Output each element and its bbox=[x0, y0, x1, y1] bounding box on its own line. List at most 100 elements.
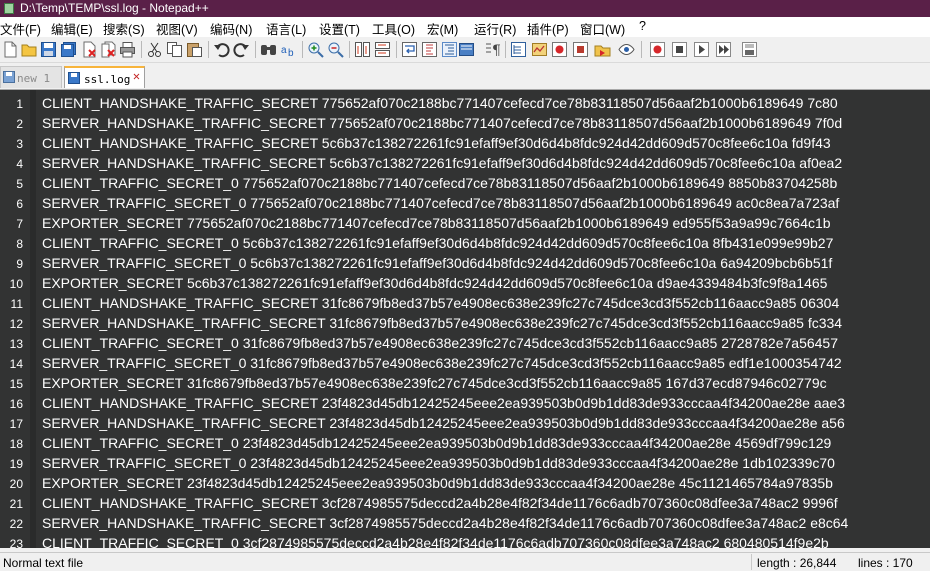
editor-line[interactable]: 17 SERVER_HANDSHAKE_TRAFFIC_SECRET 23f482… bbox=[0, 413, 930, 433]
line-number: 4 bbox=[16, 157, 23, 171]
editor-line[interactable]: 15 EXPORTER_SECRET 31fc8679fb8ed37b57e490… bbox=[0, 373, 930, 393]
line-number: 15 bbox=[9, 377, 23, 391]
menu-help[interactable]: ? bbox=[639, 19, 646, 33]
open-file-icon[interactable] bbox=[21, 41, 38, 58]
line-number: 18 bbox=[9, 437, 23, 451]
editor-line[interactable]: 20 EXPORTER_SECRET 23f4823d45db12425245ee… bbox=[0, 473, 930, 493]
close-all-icon[interactable] bbox=[100, 41, 117, 58]
menu-bar: 文件(F) 编辑(E) 搜索(S) 视图(V) 编码(N) 语言(L) 设置(T… bbox=[0, 17, 930, 37]
replace-icon[interactable]: ab bbox=[280, 41, 297, 58]
editor-line[interactable]: 3 CLIENT_HANDSHAKE_TRAFFIC_SECRET 5c6b37c… bbox=[0, 133, 930, 153]
editor-line[interactable]: 22 SERVER_HANDSHAKE_TRAFFIC_SECRET 3cf287… bbox=[0, 513, 930, 533]
zoom-in-icon[interactable] bbox=[307, 41, 324, 58]
menu-encoding[interactable]: 编码(N) bbox=[210, 19, 252, 38]
toolbar-separator bbox=[255, 41, 256, 58]
indent-guide-icon[interactable] bbox=[441, 41, 458, 58]
menu-run[interactable]: 运行(R) bbox=[474, 19, 516, 38]
editor-line[interactable]: 13 CLIENT_TRAFFIC_SECRET_0 31fc8679fb8ed3… bbox=[0, 333, 930, 353]
editor-line[interactable]: 11 CLIENT_HANDSHAKE_TRAFFIC_SECRET 31fc86… bbox=[0, 293, 930, 313]
editor-line[interactable]: 12 SERVER_HANDSHAKE_TRAFFIC_SECRET 31fc86… bbox=[0, 313, 930, 333]
stop-record-icon[interactable] bbox=[671, 41, 688, 58]
line-text: SERVER_TRAFFIC_SECRET_0 23f4823d45db1242… bbox=[42, 455, 835, 471]
sync-horizontal-icon[interactable] bbox=[374, 41, 391, 58]
line-number: 7 bbox=[16, 217, 23, 231]
monitoring-icon[interactable] bbox=[531, 41, 548, 58]
document-map-icon[interactable] bbox=[458, 41, 475, 58]
line-number: 8 bbox=[16, 237, 23, 251]
file-icon bbox=[68, 72, 80, 84]
paste-icon[interactable] bbox=[186, 41, 203, 58]
svg-text:b: b bbox=[288, 48, 294, 58]
save-icon[interactable] bbox=[40, 41, 57, 58]
editor-line[interactable]: 14 SERVER_TRAFFIC_SECRET_0 31fc8679fb8ed3… bbox=[0, 353, 930, 373]
line-number: 12 bbox=[9, 317, 23, 331]
function-list-icon[interactable]: ¶ bbox=[485, 41, 502, 58]
editor-line[interactable]: 10 EXPORTER_SECRET 5c6b37c138272261fc91ef… bbox=[0, 273, 930, 293]
tab-ssl-log[interactable]: ssl.log ✕ bbox=[64, 66, 145, 88]
play-macro-icon[interactable] bbox=[594, 41, 611, 58]
find-icon[interactable] bbox=[260, 41, 277, 58]
menu-view[interactable]: 视图(V) bbox=[156, 19, 198, 38]
redo-icon[interactable] bbox=[233, 41, 250, 58]
menu-edit[interactable]: 编辑(E) bbox=[51, 19, 93, 38]
editor-line[interactable]: 19 SERVER_TRAFFIC_SECRET_0 23f4823d45db12… bbox=[0, 453, 930, 473]
line-number: 6 bbox=[16, 197, 23, 211]
print-icon[interactable] bbox=[119, 41, 136, 58]
editor-line[interactable]: 21 CLIENT_HANDSHAKE_TRAFFIC_SECRET 3cf287… bbox=[0, 493, 930, 513]
editor-line[interactable]: 1 CLIENT_HANDSHAKE_TRAFFIC_SECRET 775652a… bbox=[0, 93, 930, 113]
title-bar: D:\Temp\TEMP\ssl.log - Notepad++ bbox=[0, 0, 930, 17]
editor-line[interactable]: 23 CLIENT_TRAFFIC_SECRET_0 3cf2874985575d… bbox=[0, 533, 930, 548]
sync-vertical-icon[interactable] bbox=[354, 41, 371, 58]
new-file-icon[interactable] bbox=[2, 41, 19, 58]
run-macro-multiple-icon[interactable] bbox=[618, 41, 635, 58]
toolbar-separator bbox=[302, 41, 303, 58]
tab-new-1[interactable]: new 1 bbox=[0, 66, 62, 88]
toolbar-separator bbox=[349, 41, 350, 58]
word-wrap-icon[interactable] bbox=[401, 41, 418, 58]
editor-line[interactable]: 8 CLIENT_TRAFFIC_SECRET_0 5c6b37c13827226… bbox=[0, 233, 930, 253]
play-macro-icon[interactable] bbox=[693, 41, 710, 58]
record-macro-icon[interactable] bbox=[551, 41, 568, 58]
editor-line[interactable]: 5 CLIENT_TRAFFIC_SECRET_0 775652af070c218… bbox=[0, 173, 930, 193]
menu-language[interactable]: 语言(L) bbox=[266, 19, 306, 38]
stop-record-icon[interactable] bbox=[572, 41, 589, 58]
show-all-chars-icon[interactable] bbox=[421, 41, 438, 58]
folder-as-workspace-icon[interactable] bbox=[510, 41, 527, 58]
undo-icon[interactable] bbox=[213, 41, 230, 58]
close-tab-icon[interactable]: ✕ bbox=[131, 70, 142, 82]
editor-line[interactable]: 2 SERVER_HANDSHAKE_TRAFFIC_SECRET 775652a… bbox=[0, 113, 930, 133]
close-icon[interactable] bbox=[81, 41, 98, 58]
line-text: EXPORTER_SECRET 31fc8679fb8ed37b57e4908e… bbox=[42, 375, 827, 391]
line-number: 5 bbox=[16, 177, 23, 191]
menu-tools[interactable]: 工具(O) bbox=[372, 19, 415, 38]
editor-line[interactable]: 16 CLIENT_HANDSHAKE_TRAFFIC_SECRET 23f482… bbox=[0, 393, 930, 413]
line-number: 3 bbox=[16, 137, 23, 151]
line-text: SERVER_TRAFFIC_SECRET_0 775652af070c2188… bbox=[42, 195, 840, 211]
save-all-icon[interactable] bbox=[60, 41, 77, 58]
menu-macro[interactable]: 宏(M) bbox=[427, 19, 458, 38]
editor-line[interactable]: 9 SERVER_TRAFFIC_SECRET_0 5c6b37c13827226… bbox=[0, 253, 930, 273]
line-text: CLIENT_TRAFFIC_SECRET_0 23f4823d45db1242… bbox=[42, 435, 832, 451]
cut-icon[interactable] bbox=[146, 41, 163, 58]
line-text: EXPORTER_SECRET 5c6b37c138272261fc91efaf… bbox=[42, 275, 828, 291]
tab-bar: new 1 ssl.log ✕ bbox=[0, 63, 930, 90]
record-macro-icon[interactable] bbox=[649, 41, 666, 58]
menu-file[interactable]: 文件(F) bbox=[0, 19, 41, 38]
editor-line[interactable]: 7 EXPORTER_SECRET 775652af070c2188bc77140… bbox=[0, 213, 930, 233]
run-macro-multiple-icon[interactable] bbox=[715, 41, 732, 58]
line-number: 10 bbox=[9, 277, 23, 291]
menu-plugins[interactable]: 插件(P) bbox=[527, 19, 569, 38]
line-text: CLIENT_HANDSHAKE_TRAFFIC_SECRET 5c6b37c1… bbox=[42, 135, 831, 151]
menu-search[interactable]: 搜索(S) bbox=[103, 19, 145, 38]
line-text: SERVER_HANDSHAKE_TRAFFIC_SECRET 23f4823d… bbox=[42, 415, 845, 431]
menu-window[interactable]: 窗口(W) bbox=[580, 19, 625, 38]
editor-line[interactable]: 4 SERVER_HANDSHAKE_TRAFFIC_SECRET 5c6b37c… bbox=[0, 153, 930, 173]
copy-icon[interactable] bbox=[166, 41, 183, 58]
text-editor[interactable]: 1 CLIENT_HANDSHAKE_TRAFFIC_SECRET 775652a… bbox=[0, 90, 930, 548]
save-macro-icon[interactable] bbox=[741, 41, 758, 58]
line-text: CLIENT_TRAFFIC_SECRET_0 31fc8679fb8ed37b… bbox=[42, 335, 839, 351]
editor-line[interactable]: 18 CLIENT_TRAFFIC_SECRET_0 23f4823d45db12… bbox=[0, 433, 930, 453]
menu-settings[interactable]: 设置(T) bbox=[319, 19, 360, 38]
zoom-out-icon[interactable] bbox=[327, 41, 344, 58]
editor-line[interactable]: 6 SERVER_TRAFFIC_SECRET_0 775652af070c218… bbox=[0, 193, 930, 213]
